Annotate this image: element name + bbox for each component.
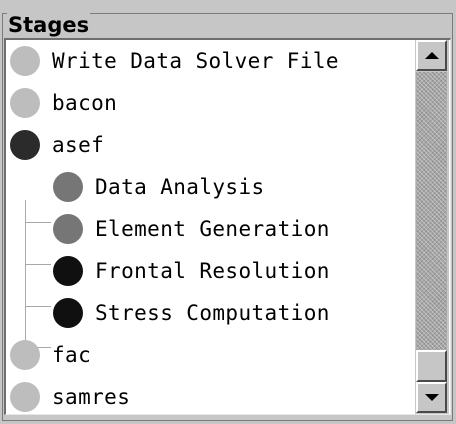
tree-item-samres[interactable]: samres — [10, 376, 131, 414]
status-dot-icon — [53, 298, 83, 328]
status-dot-icon — [53, 256, 83, 286]
status-dot-icon — [10, 130, 40, 160]
tree-item-label: Element Generation — [95, 217, 330, 241]
scrollbar-track[interactable] — [416, 72, 447, 381]
tree-item-frontal-resolution[interactable]: Frontal Resolution — [53, 250, 330, 292]
status-dot-icon — [10, 88, 40, 118]
tree-item-fac[interactable]: fac — [10, 334, 91, 376]
tree-item-stress-computation[interactable]: Stress Computation — [53, 292, 330, 334]
status-dot-icon — [53, 214, 83, 244]
scroll-down-button[interactable] — [416, 382, 447, 413]
tree-item-element-generation[interactable]: Element Generation — [53, 208, 330, 250]
status-dot-icon — [10, 340, 40, 370]
tree-item-label: Frontal Resolution — [95, 259, 330, 283]
tree-item-label: fac — [52, 343, 92, 367]
tree-item-data-analysis[interactable]: Data Analysis — [53, 166, 265, 208]
stages-list[interactable]: Write Data Solver File bacon asef Data A… — [4, 38, 451, 415]
tree-item-label: bacon — [52, 91, 118, 115]
tree-connector — [25, 222, 51, 223]
tree-connector — [25, 264, 51, 265]
tree-item-label: asef — [52, 133, 105, 157]
tree-item-label: Data Analysis — [95, 175, 265, 199]
stages-title: Stages — [7, 13, 91, 37]
tree-connector — [25, 306, 51, 307]
arrow-up-icon — [424, 52, 439, 59]
tree-item-asef[interactable]: asef — [10, 124, 104, 166]
tree-item-bacon[interactable]: bacon — [10, 82, 117, 124]
arrow-down-icon — [424, 394, 439, 401]
tree-item-label: Write Data Solver File — [52, 49, 339, 73]
tree-item-label: samres — [52, 385, 131, 409]
scrollbar-thumb[interactable] — [416, 350, 447, 382]
vertical-scrollbar[interactable] — [415, 40, 449, 414]
tree-item-write-data-solver-file[interactable]: Write Data Solver File — [10, 40, 339, 82]
tree-item-label: Stress Computation — [95, 301, 330, 325]
stages-tree[interactable]: Write Data Solver File bacon asef Data A… — [6, 40, 411, 414]
status-dot-icon — [10, 46, 40, 76]
status-dot-icon — [53, 172, 83, 202]
status-dot-icon — [10, 382, 40, 412]
scroll-up-button[interactable] — [416, 40, 447, 71]
